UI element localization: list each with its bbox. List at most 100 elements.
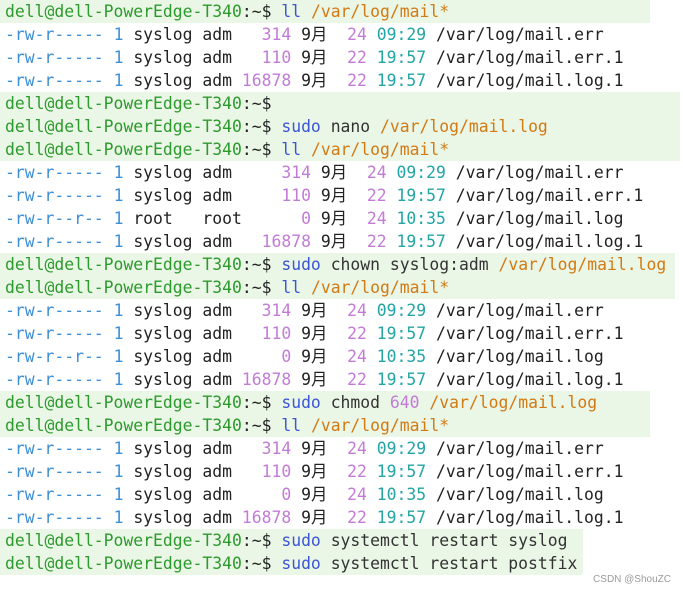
file-time: 10:35	[376, 347, 427, 366]
file-name: /var/log/mail.log.1	[455, 232, 644, 251]
file-month: 9月	[320, 186, 348, 205]
link-count: 1	[113, 48, 124, 67]
file-month: 9月	[301, 71, 328, 90]
file-size: 314	[241, 301, 292, 320]
prompt-user-host: dell@dell-PowerEdge-T340	[5, 117, 242, 136]
ls-row: -rw-r--r-- 1 root root 0 9月 24 10:35 /va…	[0, 207, 683, 230]
ls-row: -rw-r----- 1 syslog adm 110 9月 22 19:57 …	[0, 460, 683, 483]
file-time: 19:57	[396, 232, 446, 251]
link-count: 1	[113, 232, 124, 251]
file-day: 24	[347, 439, 367, 458]
file-owner: syslog	[133, 324, 193, 343]
prompt-cwd: :~$	[241, 278, 272, 297]
file-size: 110	[261, 186, 311, 205]
prompt-cwd: :~$	[241, 393, 272, 412]
file-size: 16878	[241, 71, 292, 90]
prompt-user-host: dell@dell-PowerEdge-T340	[5, 393, 242, 412]
file-time: 09:29	[376, 301, 427, 320]
file-month: 9月	[320, 232, 348, 251]
file-name: /var/log/mail.log	[435, 485, 604, 504]
ls-row: -rw-r----- 1 syslog adm 0 9月 24 10:35 /v…	[0, 483, 683, 506]
prompt-user-host: dell@dell-PowerEdge-T340	[5, 140, 242, 159]
file-month: 9月	[301, 439, 328, 458]
file-month: 9月	[301, 462, 328, 481]
file-month: 9月	[301, 485, 328, 504]
command-name: ll	[281, 2, 302, 21]
link-count: 1	[113, 209, 124, 228]
file-size: 0	[241, 485, 292, 504]
prompt-line: dell@dell-PowerEdge-T340:~$ sudo chmod 6…	[0, 391, 650, 414]
command-args: systemctl restart postfix	[330, 554, 578, 573]
file-day: 22	[347, 370, 367, 389]
file-month: 9月	[320, 209, 348, 228]
file-day: 22	[347, 71, 367, 90]
file-day: 22	[366, 232, 387, 251]
file-permissions: -rw-r-----	[5, 370, 104, 389]
prompt-line: dell@dell-PowerEdge-T340:~$ sudo chown s…	[0, 253, 675, 276]
prompt-user-host: dell@dell-PowerEdge-T340	[5, 278, 242, 297]
command-name: ll	[281, 278, 302, 297]
file-time: 19:57	[396, 186, 446, 205]
file-owner: syslog	[133, 232, 193, 251]
file-name: /var/log/mail.err	[435, 439, 604, 458]
file-size: 16878	[261, 232, 311, 251]
file-month: 9月	[301, 48, 328, 67]
file-owner: syslog	[133, 163, 193, 182]
file-time: 19:57	[376, 370, 427, 389]
prompt-user-host: dell@dell-PowerEdge-T340	[5, 255, 242, 274]
file-permissions: -rw-r-----	[5, 462, 104, 481]
file-owner: syslog	[133, 439, 193, 458]
prompt-cwd: :~$	[241, 117, 272, 136]
file-group: adm	[202, 25, 233, 44]
file-group: root	[202, 209, 252, 228]
prompt-line: dell@dell-PowerEdge-T340:~$ ll /var/log/…	[0, 276, 675, 299]
command-args: chown syslog:adm	[330, 255, 489, 274]
prompt-line: dell@dell-PowerEdge-T340:~$ sudo systemc…	[0, 552, 583, 575]
file-time: 19:57	[376, 508, 427, 527]
link-count: 1	[113, 508, 124, 527]
file-size: 16878	[241, 508, 292, 527]
file-group: adm	[202, 301, 233, 320]
file-permissions: -rw-r-----	[5, 485, 104, 504]
link-count: 1	[113, 370, 124, 389]
file-size: 0	[261, 209, 311, 228]
command-name: sudo	[281, 393, 321, 412]
file-month: 9月	[301, 324, 328, 343]
ls-row: -rw-r----- 1 syslog adm 16878 9月 22 19:5…	[0, 230, 683, 253]
file-group: adm	[202, 485, 233, 504]
ls-row: -rw-r--r-- 1 syslog adm 0 9月 24 10:35 /v…	[0, 345, 683, 368]
file-size: 16878	[241, 370, 292, 389]
command-name: ll	[281, 140, 302, 159]
file-month: 9月	[301, 25, 328, 44]
prompt-user-host: dell@dell-PowerEdge-T340	[5, 531, 242, 550]
file-month: 9月	[301, 347, 328, 366]
file-time: 10:35	[376, 485, 427, 504]
link-count: 1	[113, 347, 124, 366]
file-group: adm	[202, 462, 233, 481]
file-day: 22	[347, 48, 367, 67]
file-owner: syslog	[133, 301, 193, 320]
prompt-line: dell@dell-PowerEdge-T340:~$ sudo nano /v…	[0, 115, 680, 138]
file-month: 9月	[301, 508, 328, 527]
link-count: 1	[113, 25, 124, 44]
ls-row: -rw-r----- 1 syslog adm 16878 9月 22 19:5…	[0, 506, 683, 529]
file-time: 19:57	[376, 324, 427, 343]
file-day: 22	[347, 324, 367, 343]
file-day: 22	[366, 186, 387, 205]
file-time: 09:29	[396, 163, 446, 182]
prompt-line: dell@dell-PowerEdge-T340:~$ ll /var/log/…	[0, 138, 680, 161]
file-group: adm	[202, 508, 233, 527]
command-name: ll	[281, 416, 302, 435]
watermark: CSDN @ShouZC	[593, 574, 671, 585]
prompt-line: dell@dell-PowerEdge-T340:~$	[0, 92, 680, 115]
file-permissions: -rw-r-----	[5, 232, 104, 251]
file-owner: root	[133, 209, 193, 228]
ls-row: -rw-r----- 1 syslog adm 314 9月 24 09:29 …	[0, 437, 683, 460]
file-day: 24	[347, 347, 367, 366]
file-day: 24	[347, 301, 367, 320]
file-month: 9月	[320, 163, 348, 182]
file-owner: syslog	[133, 462, 193, 481]
command-args: systemctl restart syslog	[330, 531, 568, 550]
prompt-user-host: dell@dell-PowerEdge-T340	[5, 554, 242, 573]
file-name: /var/log/mail.log.1	[435, 370, 624, 389]
